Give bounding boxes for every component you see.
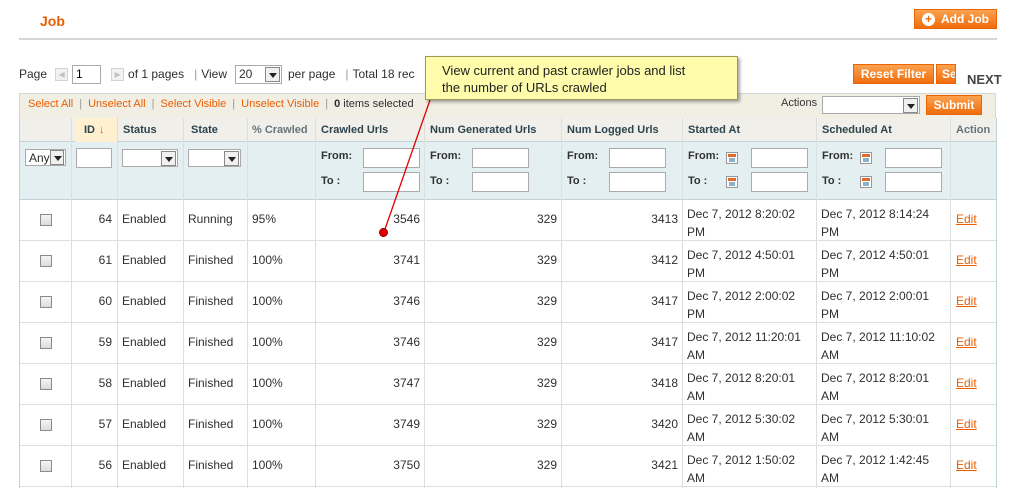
callout-target-dot [379,228,388,237]
callout-line-2: the number of URLs crawled [442,80,607,95]
callout-line-1: View current and past crawler jobs and l… [442,63,686,78]
annotation-callout: View current and past crawler jobs and l… [425,56,738,100]
